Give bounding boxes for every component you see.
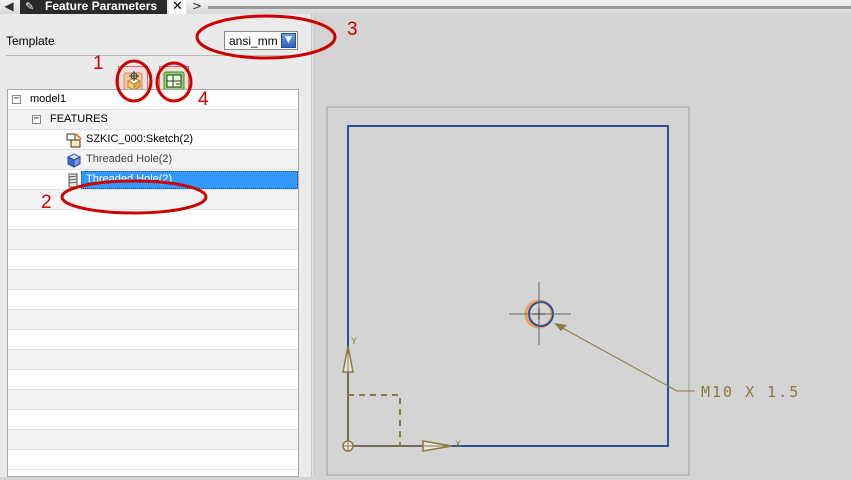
tree-empty-row <box>8 430 298 450</box>
tree-empty-row <box>8 350 298 370</box>
annotation-number-4: 4 <box>198 89 209 110</box>
tree-empty-row <box>8 230 298 250</box>
tree-empty-row <box>8 390 298 410</box>
sketch-icon <box>66 133 82 148</box>
tree-empty-row <box>8 210 298 230</box>
scroll-right-icon[interactable]: > <box>190 0 204 14</box>
tree-item-features[interactable]: − FEATURES <box>8 110 298 130</box>
drawing-view: Y X M10 X 1.5 <box>326 106 800 476</box>
annotation-number-2: 2 <box>41 192 52 213</box>
tree-item-sketch[interactable]: SZKIC_000:Sketch(2) <box>8 130 298 150</box>
hole-callout-text: M10 X 1.5 <box>701 383 800 401</box>
chevron-down-icon[interactable]: ▼ <box>281 33 296 48</box>
tree-item-label: FEATURES <box>50 113 108 125</box>
template-select[interactable]: ansi_mm ▼ <box>224 31 298 50</box>
tab-feature-parameters[interactable]: ✎ Feature Parameters <box>20 0 167 14</box>
pin-icon[interactable]: ✎ <box>25 0 34 13</box>
tree-empty-row <box>8 310 298 330</box>
construction-dashed-box <box>348 394 401 446</box>
tree-item-label: Threaded Hole(2) <box>86 153 173 165</box>
tree-item-label: SZKIC_000:Sketch(2) <box>86 133 193 145</box>
panel-title-bar: ◀ ✎ Feature Parameters ✕ > <box>0 0 851 14</box>
origin-icon <box>342 440 354 452</box>
threaded-hole-symbol[interactable] <box>509 282 571 345</box>
template-label: Template <box>6 34 55 48</box>
tree-empty-row <box>8 410 298 430</box>
tree-item-label: model1 <box>30 93 67 105</box>
tree-empty-row <box>8 370 298 390</box>
title-bar-divider <box>208 6 851 9</box>
tree-empty-row <box>8 450 298 470</box>
tree-item-threaded-hole-2[interactable]: Threaded Hole(2) <box>8 170 298 190</box>
collapse-icon[interactable]: − <box>32 114 41 124</box>
scroll-left-icon[interactable]: ◀ <box>2 0 16 14</box>
tree-empty-row <box>8 250 298 270</box>
drawing-canvas[interactable]: Y X M10 X 1.5 <box>315 14 851 477</box>
part-body-icon <box>66 153 82 168</box>
x-axis-label: X <box>455 439 461 449</box>
tree-empty-row <box>8 290 298 310</box>
template-select-value: ansi_mm <box>229 34 278 48</box>
threaded-hole-icon <box>68 173 78 188</box>
sheet-frame <box>326 106 690 476</box>
close-icon[interactable]: ✕ <box>169 0 186 14</box>
part-outline <box>347 125 669 447</box>
tree-empty-row <box>8 330 298 350</box>
collapse-icon[interactable]: − <box>12 94 21 104</box>
tree-empty-row <box>8 270 298 290</box>
annotation-number-3: 3 <box>347 19 358 40</box>
tree-item-model1[interactable]: − model1 <box>8 90 298 110</box>
annotation-number-1: 1 <box>93 53 104 74</box>
panel-title: Feature Parameters <box>45 0 158 13</box>
feature-tree: − model1 − FEATURES SZKIC_000:Sketch(2) … <box>7 89 299 477</box>
hole-callout-leader <box>554 323 695 392</box>
tree-item-label: Threaded Hole(2) <box>86 173 173 185</box>
divider <box>6 55 304 56</box>
y-axis-label: Y <box>351 336 357 346</box>
tree-item-threaded-hole-1[interactable]: Threaded Hole(2) <box>8 150 298 170</box>
